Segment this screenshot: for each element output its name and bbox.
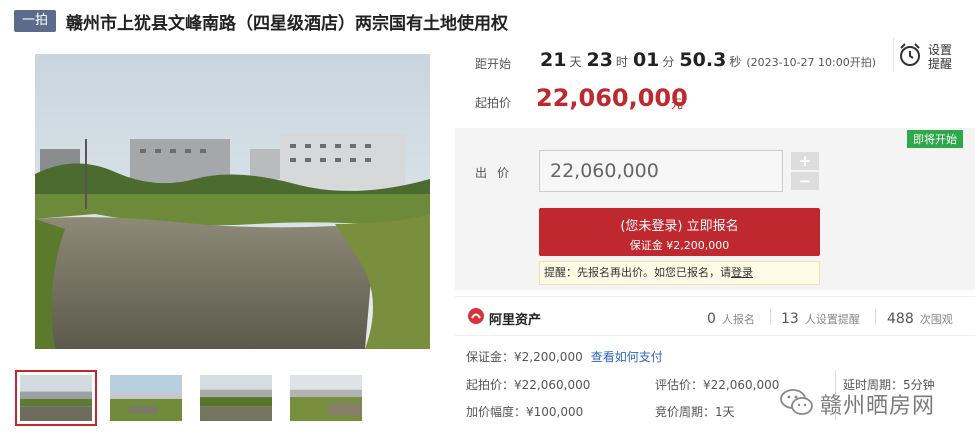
view-count-value: 488 bbox=[887, 311, 914, 327]
payment-help-link[interactable]: 查看如何支付 bbox=[591, 350, 663, 364]
divider bbox=[770, 309, 771, 325]
title-bar: 一拍 赣州市上犹县文峰南路（四星级酒店）两宗国有土地使用权 bbox=[14, 9, 509, 34]
bid-increment: 加价幅度：¥100,000 bbox=[466, 405, 584, 419]
countdown-label: 距开始 bbox=[475, 57, 512, 71]
days-unit: 天 bbox=[569, 55, 582, 69]
start-time-note: (2023-10-27 10:00开拍) bbox=[746, 56, 877, 69]
view-count: 488 次围观 bbox=[887, 308, 953, 327]
stats-bar: 阿里资产 0 人报名 13 人设置提醒 488 次围观 bbox=[455, 296, 975, 336]
login-link[interactable]: 登录 bbox=[731, 266, 753, 279]
seconds-unit: 秒 bbox=[729, 55, 742, 69]
countdown-hours: 23 bbox=[586, 49, 613, 71]
page-title: 赣州市上犹县文峰南路（四星级酒店）两宗国有土地使用权 bbox=[66, 13, 509, 34]
signup-button-deposit: 保证金 ¥2,200,000 bbox=[629, 239, 730, 252]
reminder-count: 13 人设置提醒 bbox=[781, 308, 860, 327]
reminder-label-line1: 设置 bbox=[928, 43, 953, 57]
start-price-detail: 起拍价：¥22,060,000 bbox=[466, 378, 591, 392]
signup-count: 0 人报名 bbox=[707, 308, 755, 327]
brand-name: 阿里资产 bbox=[489, 312, 542, 328]
watermark: 赣州晒房网 bbox=[780, 388, 935, 420]
countdown-days: 21 bbox=[540, 49, 567, 71]
alarm-clock-icon bbox=[898, 42, 922, 72]
notice-text: 提醒：先报名再出价。如您已报名，请 bbox=[544, 266, 731, 279]
deposit-text: 保证金：¥2,200,000 bbox=[466, 350, 583, 364]
signup-button[interactable]: (您未登录) 立即报名 保证金 ¥2,200,000 bbox=[539, 208, 820, 256]
ali-logo-icon bbox=[467, 307, 485, 329]
status-badge: 即将开始 bbox=[907, 130, 963, 148]
ali-assets-logo: 阿里资产 bbox=[467, 307, 541, 329]
countdown-seconds: 50.3 bbox=[679, 49, 727, 71]
thumbnail-3[interactable] bbox=[195, 370, 277, 426]
start-price-label: 起拍价 bbox=[475, 96, 512, 110]
signup-count-unit: 人报名 bbox=[721, 313, 755, 326]
bid-panel: 即将开始 出价 22,060,000 + − (您未登录) 立即报名 保证金 ¥… bbox=[455, 128, 975, 290]
set-reminder-button[interactable]: 设置 提醒 bbox=[898, 40, 968, 74]
main-photo[interactable] bbox=[35, 54, 430, 349]
auction-summary: 距开始 21 天 23 时 01 分 50.3 秒 (2023-10-27 10… bbox=[455, 40, 975, 128]
increase-bid-button[interactable]: + bbox=[791, 152, 819, 170]
reminder-label-line2: 提醒 bbox=[928, 57, 953, 71]
reminder-count-unit: 人设置提醒 bbox=[804, 313, 860, 326]
start-price-value: 22,060,000 bbox=[536, 84, 688, 112]
signup-button-label: (您未登录) 立即报名 bbox=[620, 219, 739, 234]
decrease-bid-button[interactable]: − bbox=[791, 172, 819, 190]
view-count-unit: 次围观 bbox=[919, 313, 953, 326]
countdown-minutes: 01 bbox=[632, 49, 660, 71]
reminder-label: 设置 提醒 bbox=[928, 43, 952, 71]
signup-count-value: 0 bbox=[707, 311, 716, 327]
thumbnail-4[interactable] bbox=[285, 370, 367, 426]
minutes-unit: 分 bbox=[662, 55, 675, 69]
auction-round-badge: 一拍 bbox=[14, 10, 57, 32]
wechat-icon bbox=[780, 388, 814, 420]
reminder-count-value: 13 bbox=[781, 311, 799, 327]
hours-unit: 时 bbox=[615, 55, 628, 69]
thumbnail-2[interactable] bbox=[105, 370, 187, 426]
appraisal-price: 评估价：¥22,060,000 bbox=[655, 378, 780, 392]
thumbnail-1[interactable] bbox=[15, 370, 97, 426]
login-notice: 提醒：先报名再出价。如您已报名，请登录 bbox=[539, 261, 820, 285]
bid-amount-input[interactable]: 22,060,000 bbox=[539, 150, 783, 192]
thumbnail-strip bbox=[15, 370, 375, 426]
watermark-text: 赣州晒房网 bbox=[820, 394, 936, 419]
start-price-unit: 元 bbox=[671, 97, 684, 111]
divider bbox=[893, 38, 894, 72]
bid-label: 出价 bbox=[475, 166, 520, 180]
bidding-cycle: 竞价周期：1天 bbox=[655, 405, 735, 419]
countdown: 21 天 23 时 01 分 50.3 秒 (2023-10-27 10:00开… bbox=[540, 49, 876, 71]
divider bbox=[875, 309, 876, 325]
deposit-info: 保证金：¥2,200,000 查看如何支付 bbox=[466, 348, 663, 365]
